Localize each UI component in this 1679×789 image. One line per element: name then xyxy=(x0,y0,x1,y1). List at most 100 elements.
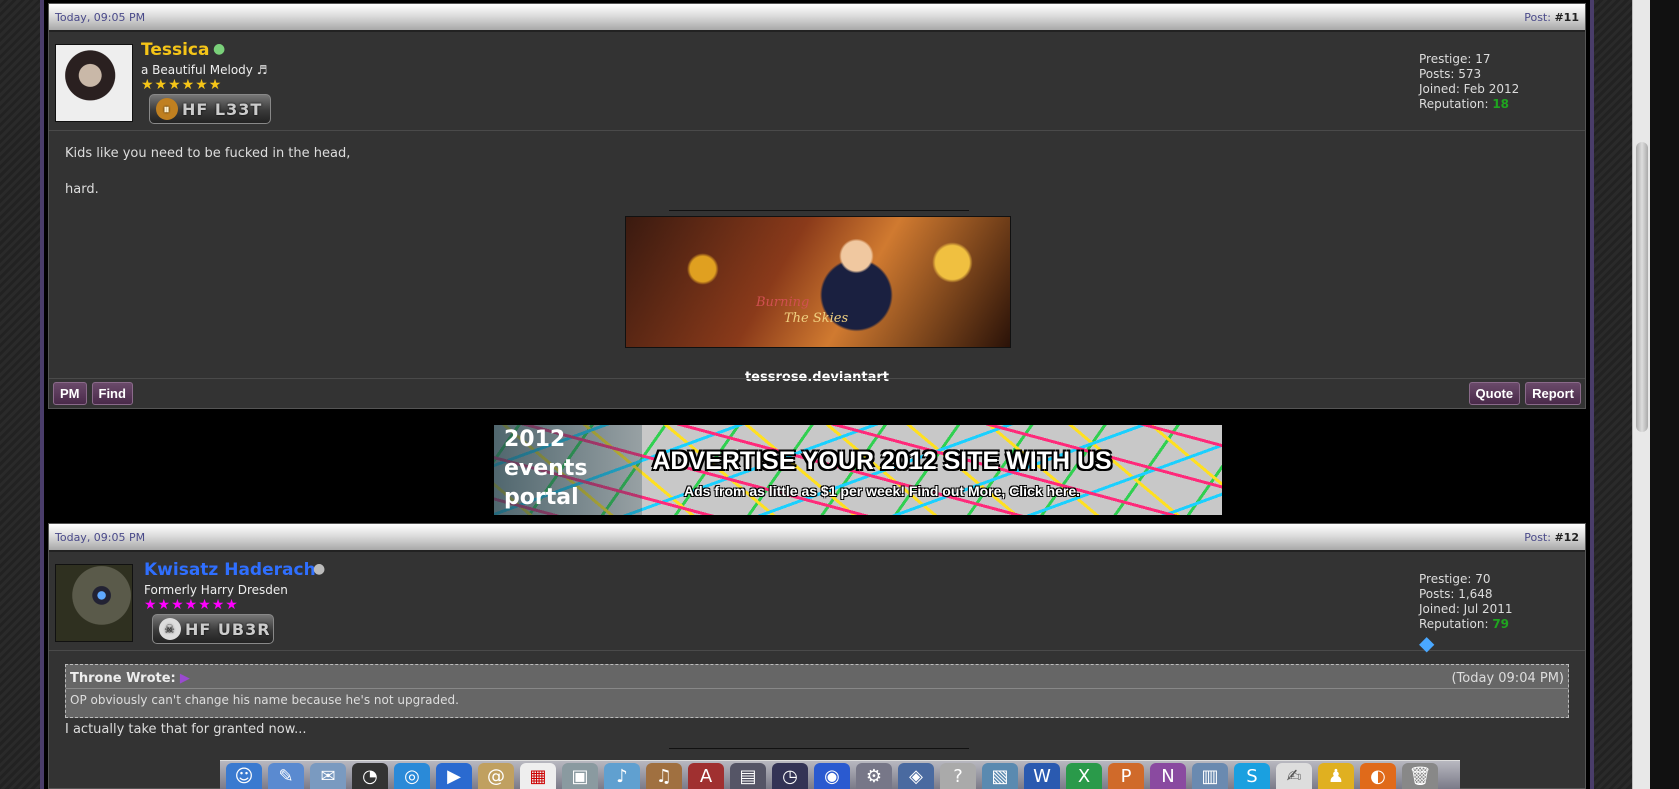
stat-reputation: Reputation: 18 xyxy=(1419,97,1519,112)
stat-prestige: Prestige: 70 xyxy=(1419,572,1491,586)
stat-joined: Joined: Feb 2012 xyxy=(1419,82,1520,96)
post-header: Today, 09:05 PM Post: #11 xyxy=(49,4,1585,32)
user-stats: Prestige: 17 Posts: 573 Joined: Feb 2012… xyxy=(1419,52,1519,112)
ad-brand-line: 2012 xyxy=(504,427,566,452)
dictionary-icon[interactable]: A xyxy=(688,763,724,789)
itunes-icon[interactable]: ♪ xyxy=(604,763,640,789)
pen-app-icon[interactable]: ✎ xyxy=(268,763,304,789)
system-preferences-icon[interactable]: ⚙ xyxy=(856,763,892,789)
powerpoint-icon[interactable]: P xyxy=(1108,763,1144,789)
rank-stars: ★★★★★★ xyxy=(141,77,223,93)
skype-icon[interactable]: S xyxy=(1234,763,1270,789)
signature-divider xyxy=(669,210,969,211)
quote-text: OP obviously can't change his name becau… xyxy=(66,688,1568,711)
preview-icon[interactable]: ▧ xyxy=(982,763,1018,789)
quote-block: Throne Wrote: ▶ (Today 09:04 PM) OP obvi… xyxy=(65,664,1569,718)
facetime-icon[interactable]: ▶ xyxy=(436,763,472,789)
post-header: Today, 09:05 PM Post: #12 xyxy=(49,524,1585,552)
report-button[interactable]: Report xyxy=(1525,382,1581,405)
aim-icon[interactable]: ♟ xyxy=(1318,763,1354,789)
forum-thread-column: Today, 09:05 PM Post: #11 Tessica ● a Be… xyxy=(40,0,1594,789)
user-group-badge: ☠ HF UB3R xyxy=(152,614,274,644)
calendar-icon[interactable]: ▦ xyxy=(520,763,556,789)
ad-subtitle-link[interactable]: Ads from as little as $1 per week! Find … xyxy=(642,483,1122,499)
spreadsheet-icon[interactable]: ▥ xyxy=(1192,763,1228,789)
post-number-link[interactable]: #11 xyxy=(1554,11,1579,24)
mission-control-icon[interactable]: ▤ xyxy=(730,763,766,789)
author-block: Kwisatz Haderach ● Formerly Harry Dresde… xyxy=(49,552,1585,654)
excel-icon[interactable]: X xyxy=(1066,763,1102,789)
avatar[interactable] xyxy=(55,564,133,642)
trash-icon[interactable]: 🗑 xyxy=(1402,763,1438,789)
advertisement-banner[interactable]: 2012 events portal ADVERTISE YOUR 2012 S… xyxy=(494,425,1222,515)
username-link[interactable]: Tessica xyxy=(141,40,209,60)
firefox-icon[interactable]: ◐ xyxy=(1360,763,1396,789)
chrome-icon[interactable]: ◉ xyxy=(814,763,850,789)
post-message-line: hard. xyxy=(65,182,99,197)
quote-time: (Today 09:04 PM) xyxy=(1451,671,1564,686)
post-11: Today, 09:05 PM Post: #11 Tessica ● a Be… xyxy=(48,3,1586,409)
post-12: Today, 09:05 PM Post: #12 Kwisatz Hadera… xyxy=(48,523,1586,789)
badge-label: HF L33T xyxy=(182,99,263,119)
stat-reputation: Reputation: 79 xyxy=(1419,617,1513,632)
signature-divider xyxy=(669,748,969,749)
user-title: Formerly Harry Dresden xyxy=(144,583,288,597)
window-edge xyxy=(1650,0,1679,789)
ad-brand-line: events xyxy=(504,456,588,481)
onenote-icon[interactable]: N xyxy=(1150,763,1186,789)
ad-title: ADVERTISE YOUR 2012 SITE WITH US xyxy=(652,447,1112,475)
user-title: a Beautiful Melody ♬ xyxy=(141,63,268,77)
time-machine-icon[interactable]: ◷ xyxy=(772,763,808,789)
reputation-label: Reputation: xyxy=(1419,617,1489,631)
word-icon[interactable]: W xyxy=(1024,763,1060,789)
avatar[interactable] xyxy=(55,44,133,122)
post-number-link[interactable]: #12 xyxy=(1554,531,1579,544)
post-label: Post: xyxy=(1524,530,1551,544)
find-button[interactable]: Find xyxy=(91,382,133,405)
quote-author-wrap: Throne Wrote: ▶ xyxy=(70,671,190,686)
banner-text-skies: The Skies xyxy=(784,311,849,326)
post-date: Today, 09:05 PM xyxy=(55,530,146,544)
safari-icon[interactable]: ◎ xyxy=(394,763,430,789)
post-message-line: Kids like you need to be fucked in the h… xyxy=(65,146,351,161)
quote-author: Throne Wrote: xyxy=(70,671,176,686)
username-link[interactable]: Kwisatz Haderach xyxy=(144,560,316,580)
iphoto-icon[interactable]: ▣ xyxy=(562,763,598,789)
online-status-icon: ● xyxy=(213,41,226,57)
textedit-icon[interactable]: ✍ xyxy=(1276,763,1312,789)
quicktime-icon[interactable]: ◈ xyxy=(898,763,934,789)
post-date: Today, 09:05 PM xyxy=(55,10,146,24)
garageband-icon[interactable]: ♫ xyxy=(646,763,682,789)
badge-emblem-icon: ⏸ xyxy=(156,98,178,120)
banner-text-burning: Burning xyxy=(756,295,810,310)
reputation-label: Reputation: xyxy=(1419,97,1489,111)
mail-stamp-icon[interactable]: ✉ xyxy=(310,763,346,789)
dashboard-icon[interactable]: ◔ xyxy=(352,763,388,789)
help-icon[interactable]: ? xyxy=(940,763,976,789)
page-scrollbar[interactable] xyxy=(1632,0,1651,789)
footer-right-buttons: Quote Report xyxy=(1468,382,1581,405)
quote-button[interactable]: Quote xyxy=(1468,382,1521,405)
post-message-line: I actually take that for granted now... xyxy=(65,722,307,737)
scrollbar-thumb[interactable] xyxy=(1636,142,1648,432)
os-dock: ☺ ✎ ✉ ◔ ◎ ▶ @ ▦ ▣ ♪ ♫ A ▤ ◷ ◉ ⚙ ◈ ? ▧ W … xyxy=(220,760,1460,789)
view-quote-arrow-icon[interactable]: ▶ xyxy=(180,671,190,686)
offline-status-icon: ● xyxy=(313,561,326,577)
quote-header: Throne Wrote: ▶ (Today 09:04 PM) xyxy=(66,665,1568,688)
skull-icon: ☠ xyxy=(159,618,181,640)
author-block: Tessica ● a Beautiful Melody ♬ ★★★★★★ ⏸ … xyxy=(49,32,1585,131)
user-stats: Prestige: 70 Posts: 1,648 Joined: Jul 20… xyxy=(1419,572,1513,632)
post-footer: PM Find Quote Report xyxy=(49,378,1585,408)
post-number-wrap: Post: #12 xyxy=(1524,531,1579,544)
diamond-award-icon[interactable]: ◆ xyxy=(1419,632,1441,654)
address-book-icon[interactable]: @ xyxy=(478,763,514,789)
stat-posts: Posts: 573 xyxy=(1419,67,1482,81)
post-label: Post: xyxy=(1524,10,1551,24)
signature-banner-image: Burning The Skies xyxy=(625,216,1011,348)
reputation-value-link[interactable]: 18 xyxy=(1492,97,1509,111)
reputation-value-link[interactable]: 79 xyxy=(1492,617,1509,631)
pm-button[interactable]: PM xyxy=(53,382,87,405)
finder-icon[interactable]: ☺ xyxy=(226,763,262,789)
footer-left-buttons: PM Find xyxy=(53,382,133,405)
stat-joined: Joined: Jul 2011 xyxy=(1419,602,1513,616)
